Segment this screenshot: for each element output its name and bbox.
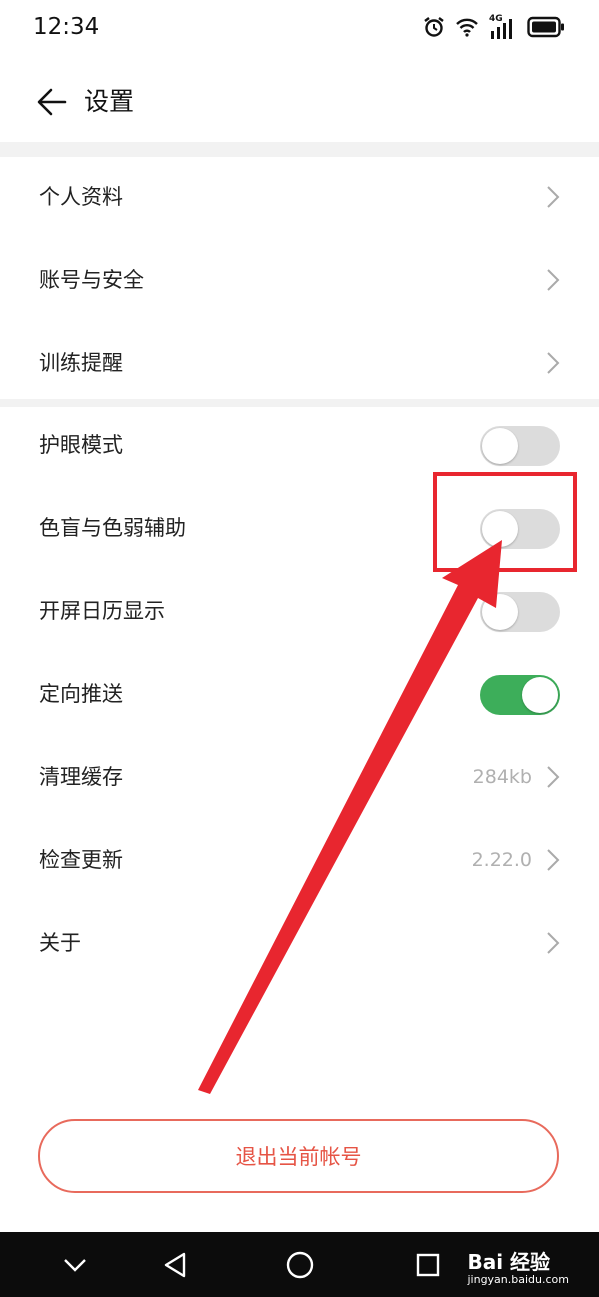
eye-protection-toggle[interactable]	[480, 426, 560, 466]
settings-item-label: 训练提醒	[39, 351, 123, 375]
targeted-push-toggle[interactable]	[480, 675, 560, 715]
settings-item-label: 色盲与色弱辅助	[39, 516, 186, 540]
nav-recents-button[interactable]	[408, 1232, 448, 1297]
watermark-logo: Bai 经验	[467, 1250, 551, 1274]
section-divider	[0, 142, 599, 157]
wifi-icon	[455, 17, 479, 41]
battery-icon	[527, 16, 565, 42]
nav-back-button[interactable]	[155, 1232, 195, 1297]
toggle-knob	[522, 677, 558, 713]
home-circle-icon	[286, 1251, 314, 1278]
settings-item-label: 账号与安全	[39, 268, 144, 292]
alarm-icon	[423, 16, 445, 42]
settings-item-label: 清理缓存	[39, 765, 123, 789]
chevron-right-icon	[547, 352, 560, 374]
version-value: 2.22.0	[471, 849, 532, 871]
cellular-signal-icon: 4G	[489, 14, 517, 41]
settings-item-check-update[interactable]: 检查更新 2.22.0	[0, 819, 599, 902]
chevron-right-icon	[547, 186, 560, 208]
settings-item-label: 检查更新	[39, 848, 123, 872]
chevron-right-icon	[547, 849, 560, 871]
cache-size-value: 284kb	[472, 766, 532, 788]
toggle-knob	[482, 594, 518, 630]
settings-item-account-security[interactable]: 账号与安全	[0, 239, 599, 322]
page-title: 设置	[84, 87, 135, 116]
settings-item-training-reminder[interactable]: 训练提醒	[0, 322, 599, 405]
settings-item-targeted-push: 定向推送	[0, 653, 599, 736]
settings-item-profile[interactable]: 个人资料	[0, 156, 599, 239]
nav-home-button[interactable]	[280, 1232, 320, 1297]
settings-item-splash-calendar: 开屏日历显示	[0, 570, 599, 653]
recents-square-icon	[416, 1253, 440, 1276]
settings-item-clear-cache[interactable]: 清理缓存 284kb	[0, 736, 599, 819]
status-bar: 12:34 4G	[0, 0, 599, 58]
chevron-right-icon	[547, 932, 560, 954]
settings-item-label: 个人资料	[39, 185, 123, 209]
splash-calendar-toggle[interactable]	[480, 592, 560, 632]
settings-item-label: 护眼模式	[39, 433, 123, 457]
settings-item-label: 开屏日历显示	[39, 599, 165, 623]
back-triangle-icon	[164, 1252, 186, 1277]
annotation-highlight-box	[433, 472, 577, 572]
settings-item-label: 定向推送	[39, 682, 123, 706]
baidu-jingyan-watermark: Bai 经验 jingyan.baidu.com	[467, 1246, 569, 1286]
logout-button[interactable]: 退出当前帐号	[38, 1119, 559, 1193]
status-icons: 4G	[423, 14, 565, 42]
toggle-knob	[482, 428, 518, 464]
chevron-right-icon	[547, 269, 560, 291]
nav-collapse-button[interactable]	[55, 1232, 95, 1297]
back-arrow-icon[interactable]	[35, 85, 69, 119]
chevron-down-icon	[64, 1258, 86, 1272]
settings-item-label: 关于	[39, 931, 81, 955]
chevron-right-icon	[547, 766, 560, 788]
settings-item-about[interactable]: 关于	[0, 902, 599, 985]
watermark-url: jingyan.baidu.com	[467, 1273, 569, 1286]
status-time: 12:34	[33, 14, 100, 40]
